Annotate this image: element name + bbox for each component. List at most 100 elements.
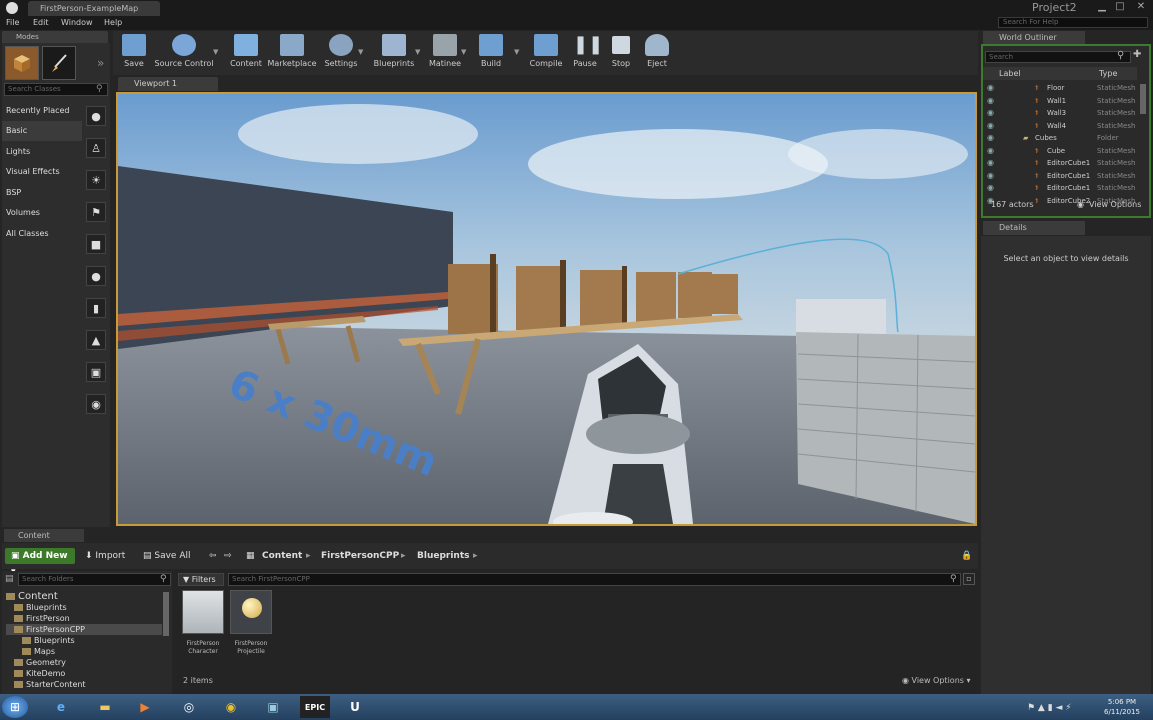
category-basic[interactable]: Basic — [2, 121, 82, 141]
type-column-header[interactable]: Type — [1099, 69, 1117, 78]
save-all-button[interactable]: ▤ Save All — [143, 548, 191, 564]
visibility-eye-icon[interactable]: ◉ — [987, 95, 994, 107]
player-start-icon[interactable]: ⚑ — [86, 202, 106, 222]
search-classes-input[interactable]: Search Classes — [4, 83, 108, 96]
category-all-classes[interactable]: All Classes — [2, 224, 82, 244]
stop-button[interactable]: Stop — [606, 32, 636, 74]
obs-icon[interactable]: ◎ — [174, 696, 204, 718]
add-new-button[interactable]: ▣ Add New ▾ — [5, 548, 75, 577]
folder-item[interactable]: StarterContent — [6, 679, 162, 690]
folder-item[interactable]: FirstPerson — [6, 613, 162, 624]
visibility-eye-icon[interactable]: ◉ — [987, 132, 994, 144]
ie-icon[interactable]: e — [46, 696, 76, 718]
collections-icon[interactable]: ▤ — [5, 574, 14, 584]
outliner-row[interactable]: ◉ ⚕ EditorCube1 StaticMesh — [985, 182, 1135, 195]
search-options-icon[interactable]: ▫ — [963, 573, 975, 585]
matinee-dropdown-icon[interactable]: ▼ — [461, 48, 466, 56]
folder-item[interactable]: FirstPersonCPP — [6, 624, 162, 635]
sphere-icon[interactable]: ● — [86, 266, 106, 286]
media-player-icon[interactable]: ▶ — [130, 696, 160, 718]
outliner-search-input[interactable]: Search — [985, 51, 1131, 63]
visibility-eye-icon[interactable]: ◉ — [987, 120, 994, 132]
breadcrumb-firstpersoncpp[interactable]: FirstPersonCPP — [321, 548, 399, 564]
box-trigger-icon[interactable]: ▣ — [86, 362, 106, 382]
outliner-scrollbar[interactable] — [1140, 84, 1146, 114]
world-outliner-tab[interactable]: World Outliner — [983, 31, 1085, 44]
outliner-row[interactable]: ◉ ⚕ Wall4 StaticMesh — [985, 120, 1135, 133]
asset-firstperson-character[interactable] — [182, 590, 224, 634]
settings-dropdown-icon[interactable]: ▼ — [358, 48, 363, 56]
folder-item[interactable]: Content — [6, 591, 162, 602]
menu-file[interactable]: File — [6, 16, 19, 30]
close-icon[interactable]: ✕ — [1134, 0, 1148, 14]
tray-icons[interactable]: ⚑ ▲ ▮ ◄ ⚡ — [1027, 703, 1072, 713]
folder-item[interactable]: Maps — [6, 646, 162, 657]
point-light-icon[interactable]: ☀ — [86, 170, 106, 190]
build-button[interactable]: Build — [476, 32, 506, 74]
breadcrumb-content[interactable]: Content — [262, 548, 302, 564]
visibility-eye-icon[interactable]: ◉ — [987, 170, 994, 182]
asset-firstperson-projectile[interactable] — [230, 590, 272, 634]
lock-icon[interactable]: 🔒 — [961, 548, 972, 564]
cylinder-icon[interactable]: ▮ — [86, 298, 106, 318]
category-recently-placed[interactable]: Recently Placed — [2, 101, 82, 121]
epic-launcher-icon[interactable]: EPIC — [300, 696, 330, 718]
empty-character-icon[interactable]: ♙ — [86, 138, 106, 158]
folder-scrollbar[interactable] — [163, 592, 169, 636]
outliner-row[interactable]: ◉ ⚕ EditorCube1 StaticMesh — [985, 157, 1135, 170]
label-column-header[interactable]: Label — [999, 69, 1021, 78]
more-modes-icon[interactable]: » — [97, 56, 104, 70]
menu-edit[interactable]: Edit — [33, 16, 49, 30]
outliner-row[interactable]: ◉ ⚕ EditorCube1 StaticMesh — [985, 170, 1135, 183]
compile-button[interactable]: Compile — [528, 32, 564, 74]
menu-window[interactable]: Window — [61, 16, 93, 30]
start-button[interactable]: ⊞ — [2, 696, 28, 718]
category-bsp[interactable]: BSP — [2, 183, 82, 203]
clock[interactable]: 5:06 PM 6/11/2015 — [1094, 697, 1150, 717]
folder-item[interactable]: KiteDemo — [6, 668, 162, 679]
details-tab[interactable]: Details — [983, 221, 1085, 235]
search-assets-input[interactable]: Search FirstPersonCPP — [228, 573, 961, 586]
outliner-row[interactable]: ◉ ⚕ Cube StaticMesh — [985, 145, 1135, 158]
content-button[interactable]: Content — [229, 32, 263, 74]
empty-actor-icon[interactable]: ● — [86, 106, 106, 126]
visibility-eye-icon[interactable]: ◉ — [987, 82, 994, 94]
viewport[interactable]: 6 x 30mm — [116, 92, 977, 526]
visibility-eye-icon[interactable]: ◉ — [987, 182, 994, 194]
cube-icon[interactable]: ■ — [86, 234, 106, 254]
save-button[interactable]: Save — [118, 32, 150, 74]
modes-tab[interactable]: Modes — [2, 31, 108, 43]
outliner-row[interactable]: ◉ ▰ Cubes Folder — [985, 132, 1135, 145]
category-lights[interactable]: Lights — [2, 142, 82, 162]
import-button[interactable]: ⬇ Import — [85, 548, 125, 564]
settings-button[interactable]: Settings — [322, 32, 360, 74]
screenshot-tool-icon[interactable]: ▣ — [258, 696, 288, 718]
new-folder-icon[interactable]: ✚ — [1133, 49, 1147, 63]
build-dropdown-icon[interactable]: ▼ — [514, 48, 519, 56]
game-scene[interactable]: 6 x 30mm — [118, 94, 975, 524]
visibility-eye-icon[interactable]: ◉ — [987, 107, 994, 119]
folder-item[interactable]: Blueprints — [6, 635, 162, 646]
content-browser-tab[interactable]: Content Browser — [4, 529, 84, 553]
explorer-icon[interactable]: ▬ — [90, 696, 120, 718]
folder-item[interactable]: Geometry — [6, 657, 162, 668]
pause-button[interactable]: ❚❚ Pause — [570, 32, 603, 74]
filters-button[interactable]: ▼ Filters — [178, 573, 224, 586]
help-search-input[interactable]: Search For Help — [998, 17, 1148, 28]
search-folders-input[interactable]: Search Folders — [18, 573, 171, 586]
sphere-trigger-icon[interactable]: ◉ — [86, 394, 106, 414]
marketplace-button[interactable]: Marketplace — [267, 32, 317, 74]
minimize-icon[interactable]: ▁ — [1095, 0, 1109, 14]
back-arrow-icon[interactable]: ⇦ — [209, 548, 217, 564]
outliner-row[interactable]: ◉ ⚕ Wall1 StaticMesh — [985, 95, 1135, 108]
outliner-row[interactable]: ◉ ⚕ Floor StaticMesh — [985, 82, 1135, 95]
blueprints-button[interactable]: Blueprints — [372, 32, 416, 74]
forward-arrow-icon[interactable]: ⇨ — [224, 548, 232, 564]
category-visual-effects[interactable]: Visual Effects — [2, 162, 82, 182]
level-tab[interactable]: FirstPerson-ExampleMap — [28, 1, 160, 16]
place-mode-button[interactable] — [5, 46, 39, 80]
chrome-icon[interactable]: ◉ — [216, 696, 246, 718]
category-volumes[interactable]: Volumes — [2, 203, 82, 223]
blueprints-dropdown-icon[interactable]: ▼ — [415, 48, 420, 56]
viewport-tab[interactable]: Viewport 1 — [118, 77, 218, 91]
